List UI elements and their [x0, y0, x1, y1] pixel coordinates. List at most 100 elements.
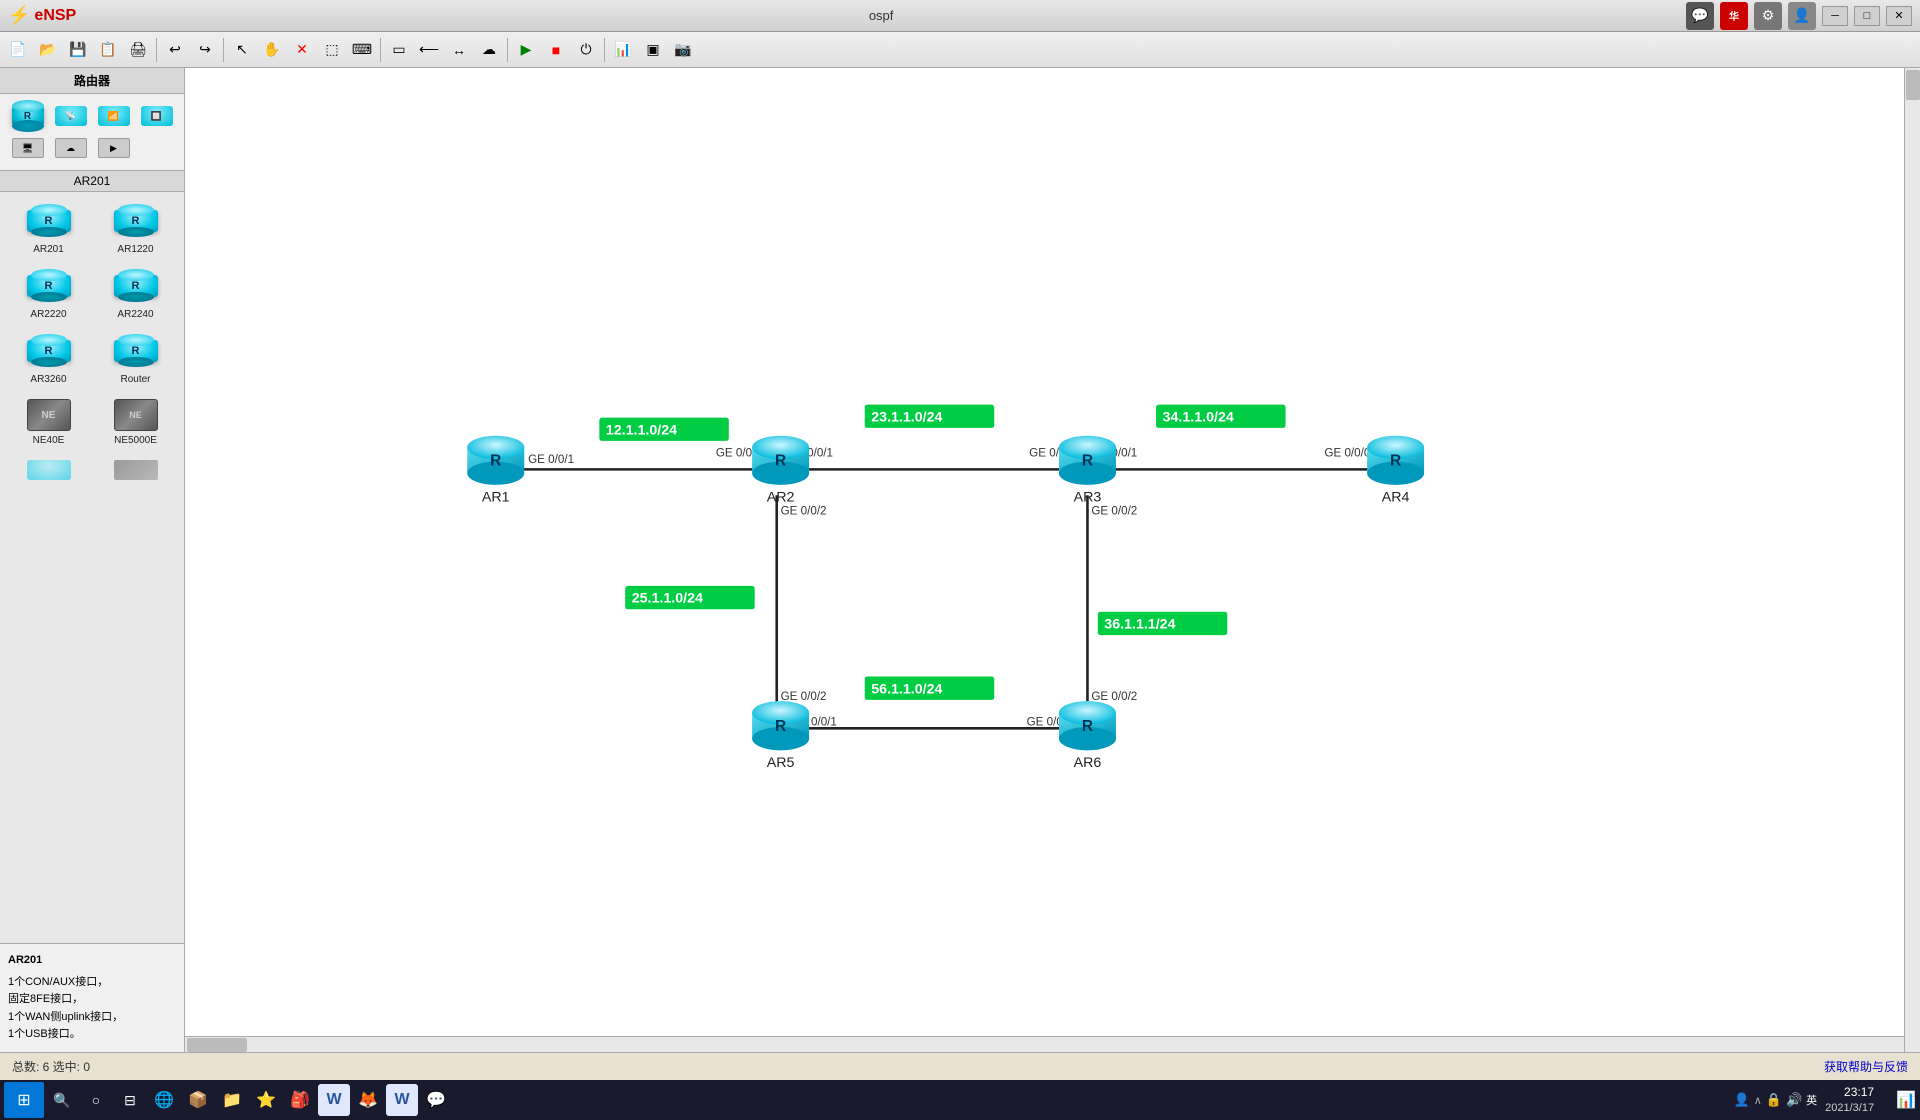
redo-button[interactable]: ↪ [191, 36, 219, 64]
open-button[interactable]: 📂 [34, 36, 62, 64]
category-more[interactable]: ▶ [94, 134, 133, 162]
router-ar3[interactable]: R AR3 [1059, 436, 1116, 506]
category-router[interactable]: R [8, 102, 47, 130]
scrollbar-right[interactable] [1904, 68, 1920, 1052]
category-wlan[interactable]: 📶 [94, 102, 133, 130]
category-other[interactable]: 🔲 [137, 102, 176, 130]
device-item-ar3260[interactable]: R AR3260 [6, 328, 91, 391]
terminal-button[interactable]: ⌨ [348, 36, 376, 64]
minimize-button[interactable]: ─ [1822, 6, 1848, 26]
scrollbar-bottom[interactable] [185, 1036, 1904, 1052]
rectangle-button[interactable]: ▭ [385, 36, 413, 64]
tray-lock-icon[interactable]: 🔒 [1766, 1092, 1782, 1108]
user-icon[interactable]: 👤 [1788, 2, 1816, 30]
router-ar6[interactable]: R AR6 [1059, 701, 1116, 771]
device-item-ar1220[interactable]: R AR1220 [93, 198, 178, 261]
connect-button[interactable]: ⟵ [415, 36, 443, 64]
capture-button[interactable]: ⬚ [318, 36, 346, 64]
device-list[interactable]: R AR201 R AR1220 [0, 192, 184, 943]
device-item-ne40e[interactable]: NE NE40E [6, 393, 91, 452]
router-ar5[interactable]: R AR5 [752, 701, 809, 771]
stop-button[interactable]: ■ [542, 36, 570, 64]
cloud-button[interactable]: ☁ [475, 36, 503, 64]
svg-text:AR2: AR2 [767, 490, 795, 506]
grid-button[interactable]: ▣ [639, 36, 667, 64]
huawei-icon[interactable]: 华 [1720, 2, 1748, 30]
device-item-ar2240[interactable]: R AR2240 [93, 263, 178, 326]
help-link[interactable]: 获取帮助与反馈 [1824, 1058, 1908, 1075]
pan-button[interactable]: ✋ [258, 36, 286, 64]
svg-text:AR3: AR3 [1074, 490, 1102, 506]
new-button[interactable]: 📄 [4, 36, 32, 64]
toolbar-sep-2 [223, 38, 224, 62]
save-button[interactable]: 💾 [64, 36, 92, 64]
net-label-12-text: 12.1.1.0/24 [606, 422, 677, 438]
category-wireless[interactable]: 📡 [51, 102, 90, 130]
print-button[interactable]: 🖨 [124, 36, 152, 64]
device-label-ne5000e: NE5000E [114, 435, 157, 446]
tray-lang-icon[interactable]: 英 [1806, 1092, 1817, 1108]
pinned-icon1[interactable]: ⭐ [250, 1084, 282, 1116]
svg-text:AR6: AR6 [1074, 755, 1102, 771]
files-icon[interactable]: 📁 [216, 1084, 248, 1116]
settings-icon[interactable]: ⚙ [1754, 2, 1782, 30]
power-button[interactable]: ⏻ [572, 36, 600, 64]
device-item-extra2[interactable] [93, 454, 178, 486]
chat-icon[interactable]: 💬 [1686, 2, 1714, 30]
widgets-icon[interactable]: ⊟ [114, 1084, 146, 1116]
tray-person-icon[interactable]: 👤 [1734, 1092, 1750, 1108]
save-as-button[interactable]: 📋 [94, 36, 122, 64]
chart-icon[interactable]: 📊 [1896, 1090, 1916, 1110]
device-grid: R AR201 R AR1220 [0, 192, 184, 492]
svg-text:AR4: AR4 [1382, 490, 1410, 506]
word-icon1[interactable]: W [318, 1084, 350, 1116]
svg-text:R: R [490, 452, 501, 469]
port-ar6-ge002: GE 0/0/2 [1091, 690, 1137, 703]
canvas-area[interactable]: 12.1.1.0/24 23.1.1.0/24 34.1.1.0/24 25.1… [185, 68, 1920, 1052]
delete-button[interactable]: ✕ [288, 36, 316, 64]
sub-panel-title: AR201 [0, 170, 184, 192]
toolbar-sep-5 [604, 38, 605, 62]
search-taskbar-icon[interactable]: 🔍 [46, 1084, 78, 1116]
device-label-ar2240: AR2240 [117, 309, 153, 320]
clock[interactable]: 23:17 2021/3/17 [1825, 1084, 1874, 1116]
device-item-router[interactable]: R Router [93, 328, 178, 391]
device-item-ar201[interactable]: R AR201 [6, 198, 91, 261]
task-view-icon[interactable]: ○ [80, 1084, 112, 1116]
info-title: AR201 [8, 952, 176, 970]
maximize-button[interactable]: □ [1854, 6, 1880, 26]
left-panel: 路由器 R 📡 📶 🔲 🖥 ☁ ▶ [0, 68, 185, 1052]
net-label-23-text: 23.1.1.0/24 [871, 409, 942, 425]
auto-connect-button[interactable]: ↔ [445, 36, 473, 64]
screenshot-button[interactable]: 📷 [669, 36, 697, 64]
router-ar4[interactable]: R AR4 [1367, 436, 1424, 506]
store-icon[interactable]: 📦 [182, 1084, 214, 1116]
play-button[interactable]: ▶ [512, 36, 540, 64]
edge-icon[interactable]: 🌐 [148, 1084, 180, 1116]
top-right-icons: 💬 华 ⚙ 👤 [1686, 2, 1816, 30]
device-item-ar2220[interactable]: R AR2220 [6, 263, 91, 326]
device-item-extra1[interactable] [6, 454, 91, 486]
router-ar2[interactable]: R AR2 [752, 436, 809, 506]
net-label-36-text: 36.1.1.1/24 [1104, 617, 1175, 633]
device-label-ar201: AR201 [33, 244, 64, 255]
category-pc[interactable]: 🖥 [8, 134, 47, 162]
device-item-ne5000e[interactable]: NE NE5000E [93, 393, 178, 452]
topology-button[interactable]: 📊 [609, 36, 637, 64]
word-icon2[interactable]: W [386, 1084, 418, 1116]
tray-volume-icon[interactable]: 🔊 [1786, 1092, 1802, 1108]
tray-up-arrow[interactable]: ∧ [1754, 1094, 1762, 1107]
undo-button[interactable]: ↩ [161, 36, 189, 64]
pinned-icon2[interactable]: 🎒 [284, 1084, 316, 1116]
info-panel: AR201 1个CON/AUX接口， 固定8FE接口， 1个WAN侧uplink… [0, 943, 184, 1052]
start-button[interactable]: ⊞ [4, 1082, 44, 1118]
select-button[interactable]: ↖ [228, 36, 256, 64]
device-section-title: 路由器 [0, 68, 184, 94]
category-cloud[interactable]: ☁ [51, 134, 90, 162]
firefox-icon[interactable]: 🦊 [352, 1084, 384, 1116]
port-ar3-ge002: GE 0/0/2 [1091, 505, 1137, 518]
router-ar1[interactable]: R AR1 [467, 436, 524, 506]
device-label-ne40e: NE40E [33, 435, 65, 446]
close-button[interactable]: ✕ [1886, 6, 1912, 26]
wechat-icon[interactable]: 💬 [420, 1084, 452, 1116]
